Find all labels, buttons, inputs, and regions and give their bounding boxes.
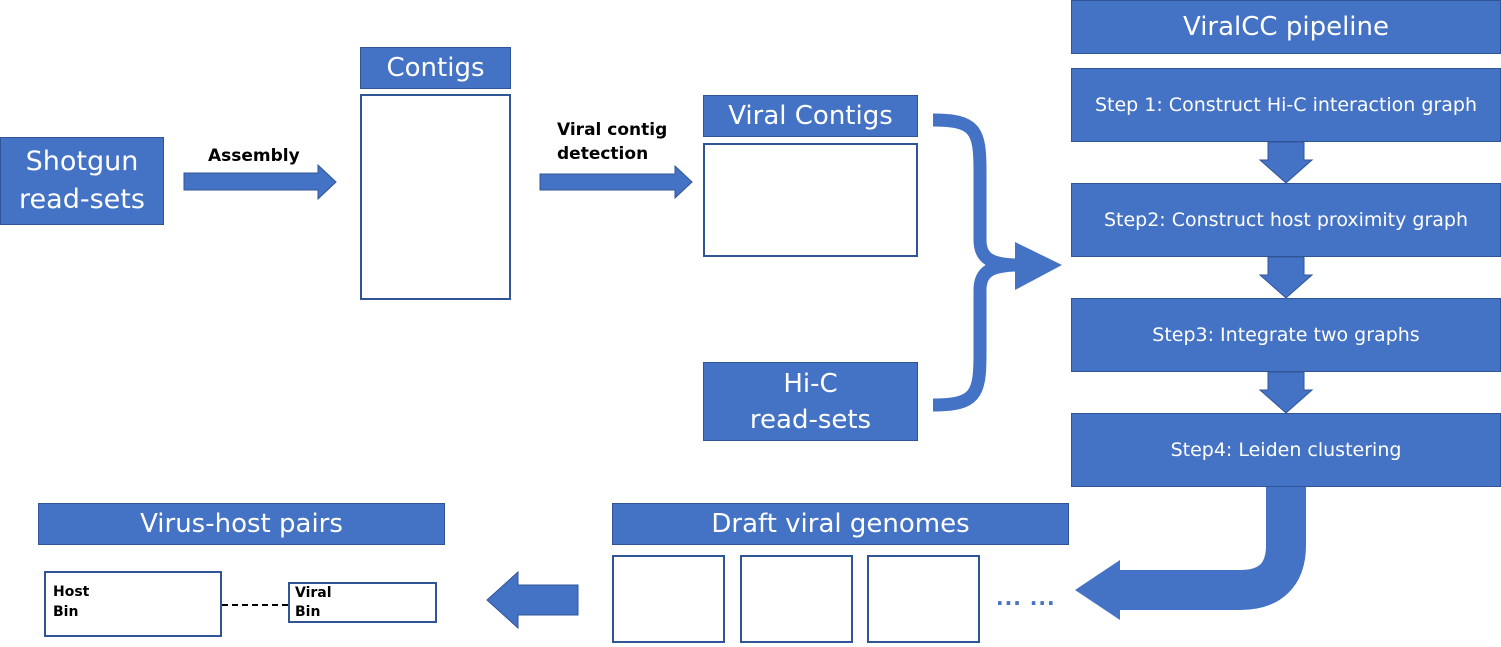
draft-genome-box-2 — [740, 555, 853, 643]
merge-brace — [932, 113, 1021, 412]
merge-arrowhead-icon — [1015, 242, 1062, 290]
detection-label: Viral contig detection — [557, 120, 668, 164]
detection-arrow-icon — [539, 164, 693, 200]
left-arrow-icon — [486, 570, 579, 630]
draft-genome-box-1 — [612, 555, 725, 643]
pipeline-step-4: Step4: Leiden clustering — [1071, 413, 1501, 487]
draft-genome-box-3 — [867, 555, 980, 643]
more-genomes-ellipsis: ... ... — [996, 586, 1056, 610]
down-arrow-icon — [1258, 371, 1314, 414]
viral-contigs-title: Viral Contigs — [703, 95, 918, 137]
virus-host-pairs-title: Virus-host pairs — [38, 503, 445, 545]
contigs-title: Contigs — [360, 47, 511, 89]
output-curved-arrow — [1120, 487, 1306, 610]
hic-label: Hi-C read-sets — [749, 368, 872, 435]
shotgun-read-sets-box: Shotgun read-sets — [0, 137, 164, 225]
down-arrow-icon — [1258, 141, 1314, 184]
output-arrowhead-icon — [1075, 560, 1120, 620]
viral-contigs-box — [703, 143, 918, 257]
pipeline-step-3: Step3: Integrate two graphs — [1071, 298, 1501, 372]
down-arrow-icon — [1258, 256, 1314, 299]
pipeline-step-1: Step 1: Construct Hi-C interaction graph — [1071, 68, 1501, 142]
assembly-arrow-icon — [183, 163, 337, 201]
contigs-box — [360, 94, 511, 300]
pipeline-title: ViralCC pipeline — [1071, 0, 1501, 54]
viralcc-diagram: Shotgun read-sets Assembly Contigs Viral… — [0, 0, 1501, 647]
hic-read-sets-box: Hi-C read-sets — [703, 362, 918, 441]
draft-genomes-title: Draft viral genomes — [612, 503, 1069, 545]
host-bin-label: Host Bin — [53, 584, 90, 620]
shotgun-label: Shotgun read-sets — [19, 146, 145, 215]
pipeline-step-2: Step2: Construct host proximity graph — [1071, 183, 1501, 257]
assembly-label: Assembly — [208, 146, 300, 166]
viral-bin-label: Viral Bin — [295, 585, 332, 620]
